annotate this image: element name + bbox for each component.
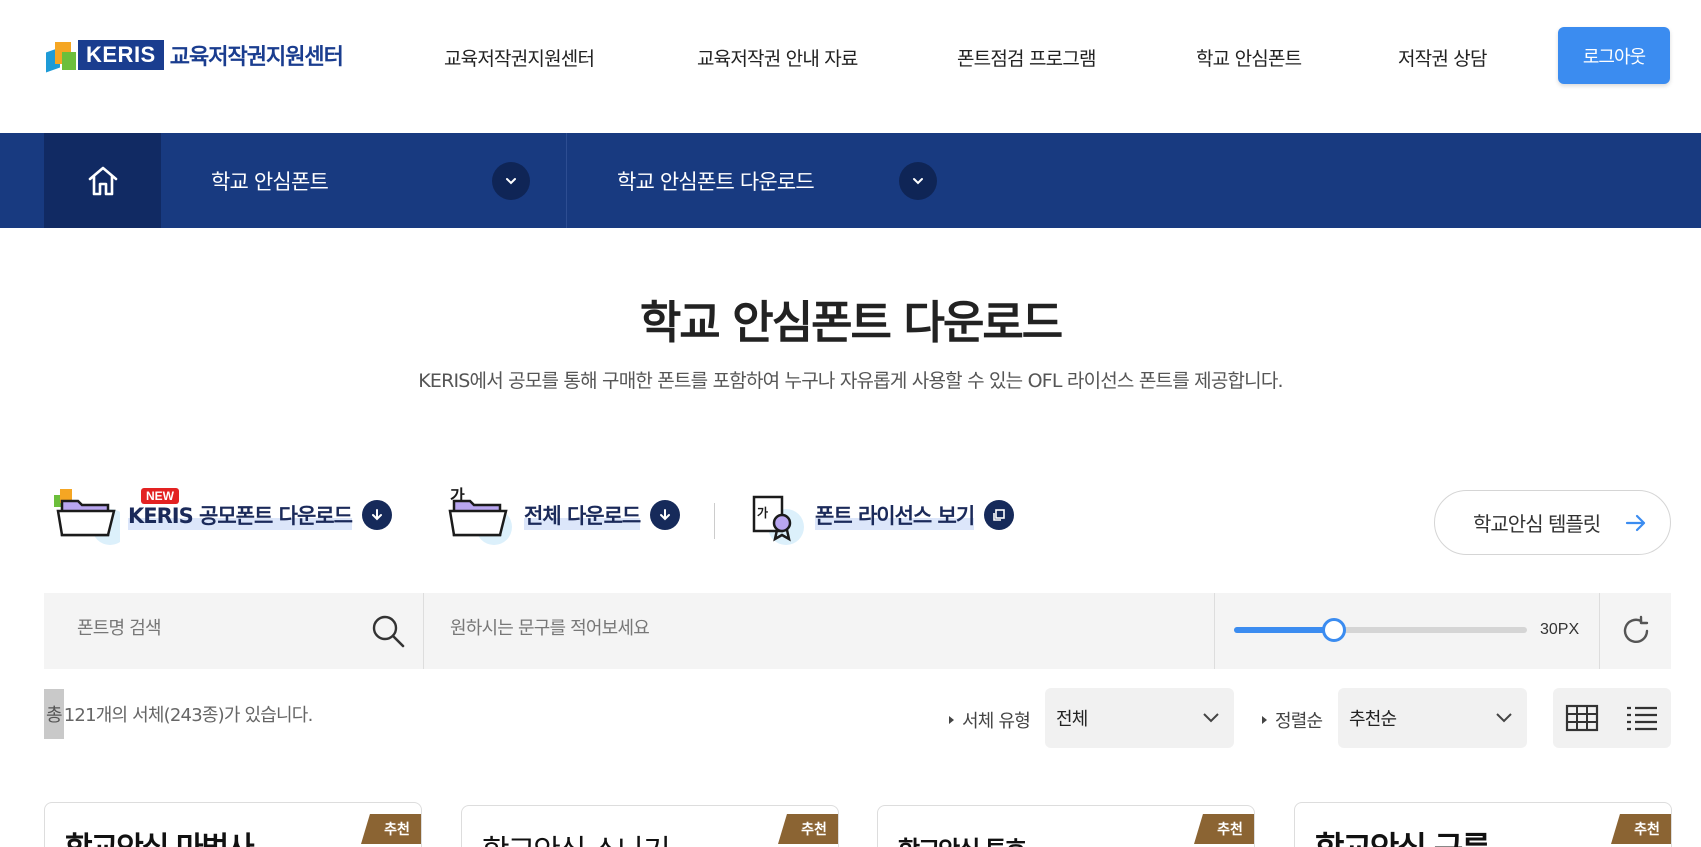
keris-font-download-button[interactable]: KERIS 공모폰트 다운로드 bbox=[52, 485, 392, 545]
chevron-down-icon bbox=[1203, 713, 1219, 723]
search-icon[interactable] bbox=[370, 613, 406, 649]
nav-copyright-center[interactable]: 교육저작권지원센터 bbox=[444, 44, 697, 71]
breadcrumb-level1[interactable]: 학교 안심폰트 bbox=[161, 133, 567, 228]
all-download-label: 전체 다운로드 bbox=[524, 500, 641, 530]
arrow-right-icon bbox=[1625, 514, 1646, 532]
font-license-button[interactable]: 가 폰트 라이선스 보기 bbox=[752, 485, 1015, 545]
breadcrumb-level2[interactable]: 학교 안심폰트 다운로드 bbox=[568, 133, 968, 228]
font-type-label-text: 서체 유형 bbox=[962, 711, 1031, 732]
font-name-search bbox=[44, 593, 424, 669]
home-icon bbox=[88, 166, 117, 195]
folder-icon: 가 bbox=[448, 485, 516, 545]
font-card-name: 학교안심 투호 bbox=[898, 830, 1027, 847]
grid-view-icon[interactable] bbox=[1565, 704, 1599, 732]
keris-logo-mark-icon bbox=[46, 38, 76, 73]
logo-text: 교육저작권지원센터 bbox=[169, 45, 344, 70]
breadcrumb: 학교 안심폰트 학교 안심폰트 다운로드 bbox=[0, 133, 1701, 228]
school-template-label: 학교안심 템플릿 bbox=[1473, 512, 1601, 536]
keris-font-download-label: KERIS 공모폰트 다운로드 bbox=[128, 500, 353, 530]
all-download-button[interactable]: 가 전체 다운로드 bbox=[448, 485, 681, 545]
folder-icon bbox=[52, 485, 128, 545]
download-icon bbox=[361, 500, 392, 530]
recommend-badge: 추천 bbox=[1194, 814, 1254, 844]
font-type-select[interactable]: 전체 bbox=[1045, 688, 1234, 748]
sort-select[interactable]: 추천순 bbox=[1338, 688, 1527, 748]
main-nav: 교육저작권지원센터 교육저작권 안내 자료 폰트점검 프로그램 학교 안심폰트 … bbox=[444, 44, 1558, 71]
home-button[interactable] bbox=[44, 133, 161, 228]
nav-copyright-consult[interactable]: 저작권 상담 bbox=[1398, 44, 1558, 71]
font-card-name: 학교안심 구름 bbox=[1315, 823, 1491, 847]
font-count: 총 121개의 서체(243종)가 있습니다. bbox=[44, 689, 313, 739]
slider-fill bbox=[1234, 627, 1334, 633]
site-logo[interactable]: KERIS 교육저작권지원센터 bbox=[46, 36, 344, 74]
font-type-value: 전체 bbox=[1056, 709, 1088, 730]
logout-button[interactable]: 로그아웃 bbox=[1558, 27, 1670, 84]
divider bbox=[714, 503, 715, 539]
chevron-down-icon[interactable] bbox=[899, 162, 937, 200]
font-size-slider: 30PX bbox=[1214, 593, 1600, 669]
slider-track[interactable] bbox=[1234, 618, 1527, 642]
new-badge: NEW bbox=[141, 488, 179, 504]
list-view-icon[interactable] bbox=[1625, 704, 1659, 732]
breadcrumb-level1-label: 학교 안심폰트 bbox=[211, 169, 329, 194]
new-window-icon bbox=[984, 500, 1015, 530]
download-icon bbox=[650, 500, 681, 530]
font-card-name: 학교안심 마법사 bbox=[65, 823, 255, 847]
font-count-text: 121개의 서체(243종)가 있습니다. bbox=[63, 705, 314, 726]
nav-font-check-program[interactable]: 폰트점검 프로그램 bbox=[957, 44, 1196, 71]
font-count-prefix: 총 bbox=[44, 689, 64, 739]
chevron-down-icon bbox=[1496, 713, 1512, 723]
view-toggle bbox=[1553, 688, 1671, 748]
font-card[interactable]: 학교안심 구름 추천 bbox=[1294, 802, 1672, 847]
font-license-label: 폰트 라이선스 보기 bbox=[815, 500, 975, 530]
font-type-filter-label: 서체 유형 bbox=[949, 707, 1031, 733]
recommend-badge: 추천 bbox=[361, 814, 421, 844]
sort-label-text: 정렬순 bbox=[1275, 711, 1323, 732]
preview-phrase-input[interactable] bbox=[450, 618, 1230, 639]
font-card[interactable]: 학교안심 투호 추천 bbox=[877, 805, 1255, 847]
refresh-icon bbox=[1623, 615, 1649, 643]
site-header: KERIS 교육저작권지원센터 교육저작권지원센터 교육저작권 안내 자료 폰트… bbox=[0, 0, 1701, 133]
font-card[interactable]: 학교안심 마법사 추천 bbox=[44, 802, 422, 847]
page-title: 학교 안심폰트 다운로드 bbox=[639, 296, 1063, 349]
font-card[interactable]: 학교안심 소나기 추천 bbox=[461, 805, 839, 847]
sort-value: 추천순 bbox=[1349, 709, 1397, 730]
recommend-badge: 추천 bbox=[1611, 814, 1671, 844]
nav-school-safe-font[interactable]: 학교 안심폰트 bbox=[1196, 44, 1398, 71]
font-size-value: 30PX bbox=[1540, 621, 1580, 638]
font-card-name: 학교안심 소나기 bbox=[482, 826, 671, 847]
nav-guide-materials[interactable]: 교육저작권 안내 자료 bbox=[697, 44, 957, 71]
page-subtitle: KERIS에서 공모를 통해 구매한 폰트를 포함하여 누구나 자유롭게 사용할… bbox=[418, 370, 1283, 392]
chevron-down-icon[interactable] bbox=[492, 162, 530, 200]
triangle-right-icon bbox=[949, 716, 954, 724]
license-certificate-icon: 가 bbox=[752, 485, 807, 545]
search-bar: 30PX bbox=[44, 593, 1671, 669]
triangle-right-icon bbox=[1262, 716, 1267, 724]
slider-thumb[interactable] bbox=[1321, 618, 1346, 642]
school-template-button[interactable]: 학교안심 템플릿 bbox=[1434, 490, 1671, 555]
svg-text:가: 가 bbox=[757, 505, 768, 520]
reset-button[interactable] bbox=[1601, 593, 1671, 669]
sort-filter-label: 정렬순 bbox=[1262, 707, 1323, 733]
font-name-search-input[interactable] bbox=[77, 618, 367, 639]
breadcrumb-level2-label: 학교 안심폰트 다운로드 bbox=[617, 169, 815, 194]
page: KERIS 교육저작권지원센터 교육저작권지원센터 교육저작권 안내 자료 폰트… bbox=[0, 0, 1701, 847]
logo-brand: KERIS bbox=[78, 40, 164, 70]
recommend-badge: 추천 bbox=[778, 814, 838, 844]
